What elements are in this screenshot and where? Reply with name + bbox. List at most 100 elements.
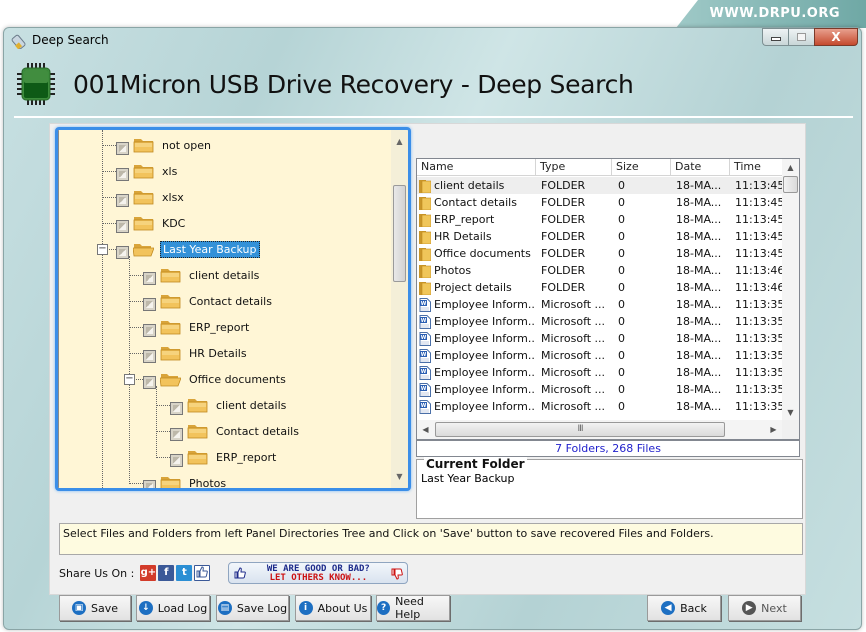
file-list-row[interactable]: HR Details FOLDER 0 18-MA... 11:13:45 [417,228,785,245]
tree-item-checkbox[interactable] [143,480,156,488]
save-log-button[interactable]: ▤ Save Log [216,595,289,621]
tree-item-checkbox[interactable] [143,324,156,337]
tree-item-checkbox[interactable] [116,246,129,259]
tree-item-checkbox[interactable] [170,402,183,415]
file-type: FOLDER [541,230,586,243]
save-button[interactable]: ▣ Save [59,595,131,621]
tree-item[interactable]: KDC [116,210,187,236]
list-vertical-scrollbar[interactable]: ▲ ▼ [782,159,799,421]
tree-item-checkbox[interactable] [170,454,183,467]
collapse-toggle-icon[interactable]: − [97,244,108,255]
file-time: 11:13:46 [735,264,785,277]
scroll-up-icon[interactable]: ▲ [782,159,799,176]
column-header-time[interactable]: Time [730,159,785,176]
load-log-button[interactable]: ↓ Load Log [136,595,210,621]
like-icon[interactable] [194,565,211,581]
about-us-button[interactable]: i About Us [295,595,371,621]
file-time: 11:13:35 [735,400,785,413]
info-icon: i [298,601,313,615]
back-button[interactable]: ◀ Back [647,595,721,621]
file-list-row[interactable]: W Employee Inform... Microsoft ... 0 18-MA..… [417,296,785,313]
tree-item-checkbox[interactable] [143,376,156,389]
file-list-row[interactable]: W Employee Inform... Microsoft ... 0 18-MA..… [417,364,785,381]
directory-tree[interactable]: not open xls xlsx KDC − Last Year Backup clien… [55,127,411,491]
google-plus-icon[interactable]: g+ [140,565,157,581]
column-header-type[interactable]: Type [536,159,612,176]
close-button[interactable]: X [814,28,858,46]
file-date: 18-MA... [676,349,722,362]
facebook-icon[interactable]: f [158,565,175,581]
scroll-down-icon[interactable]: ▼ [782,404,799,421]
list-scroll-thumb[interactable] [783,176,798,193]
column-header-size[interactable]: Size [612,159,671,176]
column-header-name[interactable]: Name [417,159,536,176]
tree-item[interactable]: xlsx [116,184,186,210]
file-list-row[interactable]: W Employee Inform... Microsoft ... 0 18-MA..… [417,347,785,364]
save-log-button-label: Save Log [236,601,288,615]
minimize-button[interactable] [762,28,788,46]
file-list-row[interactable]: W Employee Inform... Microsoft ... 0 18-MA..… [417,398,785,415]
next-button[interactable]: ▶ Next [728,595,801,621]
tree-scroll-thumb[interactable] [393,185,406,282]
file-size: 0 [618,383,625,396]
tree-item[interactable]: not open [116,132,213,158]
feedback-badge[interactable]: WE ARE GOOD OR BAD? LET OTHERS KNOW... [228,562,409,584]
scroll-right-icon[interactable]: ▶ [765,420,782,439]
need-help-button[interactable]: ? Need Help [376,595,450,621]
tree-item-checkbox[interactable] [143,350,156,363]
list-horizontal-scrollbar[interactable]: ◀ III ▶ [417,420,782,439]
tree-item-checkbox[interactable] [116,194,129,207]
tree-item[interactable]: HR Details [143,340,249,366]
website-banner[interactable]: WWW.DRPU.ORG [676,0,866,28]
file-type: Microsoft ... [541,383,606,396]
twitter-icon[interactable]: t [176,565,193,581]
file-list-row[interactable]: W Employee Inform... Microsoft ... 0 18-MA..… [417,381,785,398]
tree-item[interactable]: xls [116,158,179,184]
file-size: 0 [618,247,625,260]
tree-item-checkbox[interactable] [116,142,129,155]
tree-item[interactable]: Office documents [143,366,288,392]
file-list-row[interactable]: ERP_report FOLDER 0 18-MA... 11:13:45 [417,211,785,228]
tree-item-checkbox[interactable] [116,220,129,233]
tree-item[interactable]: client details [170,392,288,418]
tree-item-checkbox[interactable] [143,272,156,285]
file-list-row[interactable]: client details FOLDER 0 18-MA... 11:13:45 [417,177,785,194]
file-list-row[interactable]: Office documents FOLDER 0 18-MA... 11:13:45 [417,245,785,262]
collapse-toggle-icon[interactable]: − [124,374,135,385]
tree-item-checkbox[interactable] [116,168,129,181]
tree-item[interactable]: ERP_report [170,444,278,470]
tree-item[interactable]: Contact details [143,288,274,314]
tree-branch-line [129,327,143,328]
tree-item[interactable]: Last Year Backup [116,236,260,262]
minimize-icon [770,37,781,41]
file-list-row[interactable]: Contact details FOLDER 0 18-MA... 11:13:45 [417,194,785,211]
tree-item[interactable]: Photos [143,470,228,488]
maximize-button[interactable] [788,28,814,46]
scroll-left-icon[interactable]: ◀ [417,420,434,439]
file-list-row[interactable]: W Employee Inform... Microsoft ... 0 18-MA..… [417,313,785,330]
usb-drive-icon [11,34,26,49]
tree-item-label: Contact details [216,424,299,438]
file-time: 11:13:45 [735,196,785,209]
file-list[interactable]: Name Type Size Date Time client details F… [416,158,800,440]
svg-text:W: W [421,386,427,392]
scroll-down-icon[interactable]: ▼ [391,468,408,485]
tree-item-checkbox[interactable] [143,298,156,311]
tree-item[interactable]: client details [143,262,261,288]
folder-icon [419,247,432,261]
file-type: FOLDER [541,179,586,192]
share-label: Share Us On : [59,566,135,580]
tree-item[interactable]: ERP_report [143,314,251,340]
app-header: 001Micron USB Drive Recovery - Deep Sear… [17,62,634,106]
column-header-date[interactable]: Date [671,159,730,176]
file-list-row[interactable]: W Employee Inform... Microsoft ... 0 18-MA..… [417,330,785,347]
tree-item-checkbox[interactable] [170,428,183,441]
tree-vertical-scrollbar[interactable]: ▲ ▼ [391,130,408,488]
scroll-up-icon[interactable]: ▲ [391,133,408,150]
tree-item[interactable]: Contact details [170,418,301,444]
current-folder-value: Last Year Backup [421,472,515,485]
chip-icon [17,63,55,105]
file-list-row[interactable]: Project details FOLDER 0 18-MA... 11:13:46 [417,279,785,296]
list-hscroll-thumb[interactable]: III [435,422,725,437]
file-list-row[interactable]: Photos FOLDER 0 18-MA... 11:13:46 [417,262,785,279]
